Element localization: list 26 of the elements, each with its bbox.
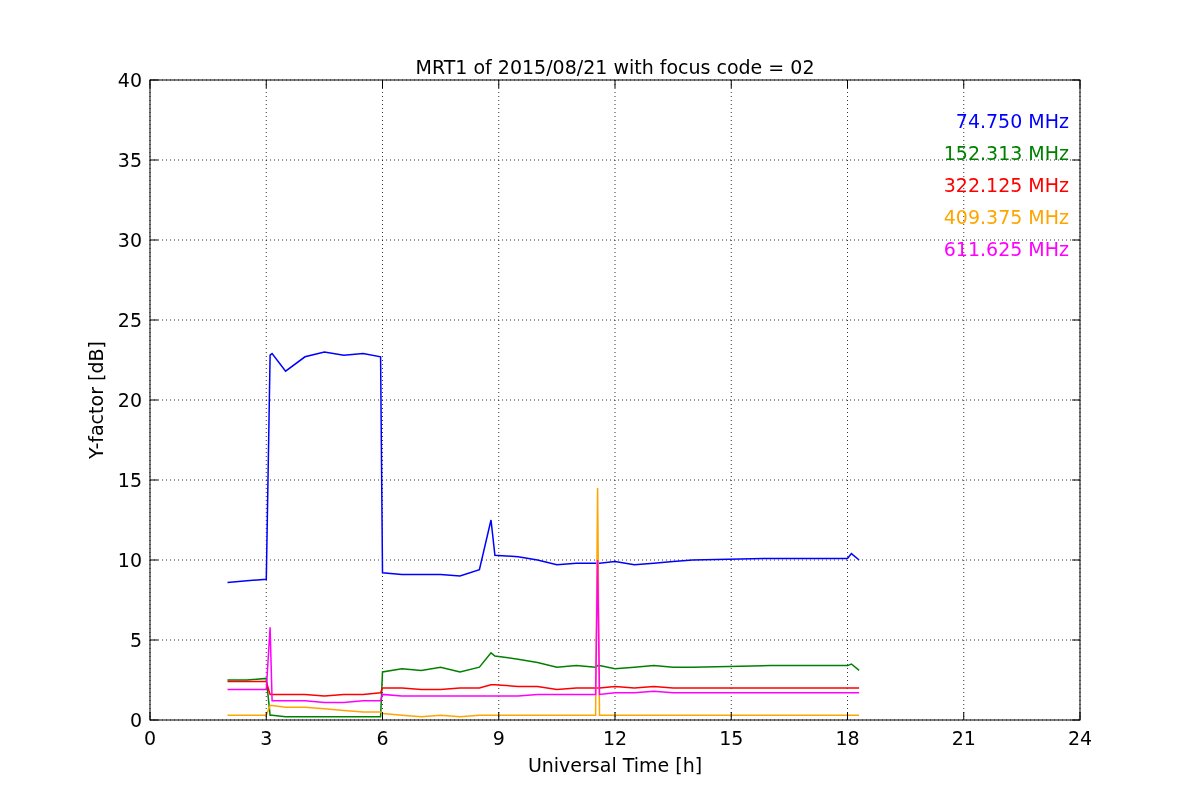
legend-label: 409.375 MHz [943,206,1069,228]
x-tick-label: 24 [1067,727,1093,749]
x-tick-label: 3 [260,727,273,749]
y-tick-label: 40 [117,69,142,91]
x-tick-label: 18 [835,727,860,749]
y-tick-label: 15 [117,469,142,491]
y-tick-label: 35 [117,149,142,171]
legend-label: 152.313 MHz [943,142,1069,164]
y-tick-label: 25 [117,309,142,331]
y-tick-label: 10 [117,549,142,571]
x-tick-label: 15 [719,727,744,749]
x-tick-label: 12 [602,727,628,749]
x-tick-label: 9 [492,727,505,749]
x-tick-label: 6 [376,727,389,749]
x-tick-label: 21 [951,727,976,749]
chart-title: MRT1 of 2015/08/21 with focus code = 02 [415,56,815,78]
y-axis-title: Y-factor [dB] [85,341,107,459]
y-tick-label: 20 [117,389,142,411]
legend-label: 611.625 MHz [943,238,1069,260]
legend-label: 322.125 MHz [943,174,1069,196]
y-tick-label: 0 [129,709,142,731]
y-tick-label: 5 [129,629,142,651]
x-tick-label: 0 [143,727,157,749]
legend-label: 74.750 MHz [955,110,1069,132]
x-axis-title: Universal Time [h] [527,754,703,776]
y-tick-label: 30 [117,229,142,251]
